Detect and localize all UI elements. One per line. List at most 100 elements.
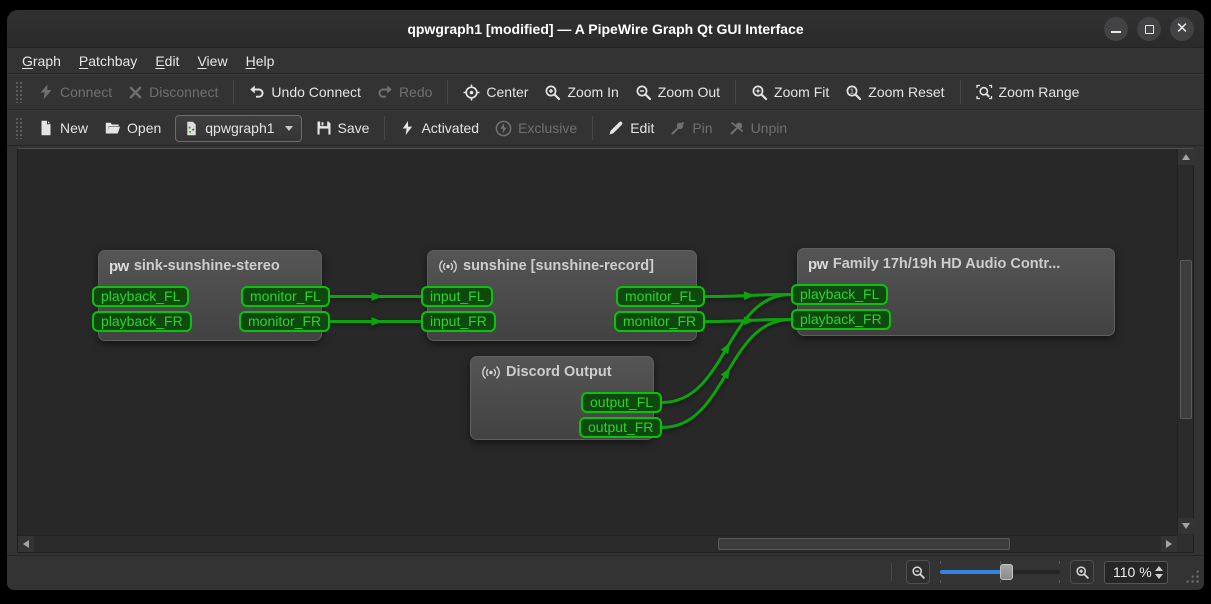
activated-button[interactable]: Activated (392, 115, 487, 141)
close-icon: ✕ (1176, 21, 1189, 36)
close-button[interactable]: ✕ (1170, 17, 1194, 41)
chevron-down-icon (285, 126, 293, 131)
patchbay-file-icon (184, 121, 199, 136)
port-playback_FL[interactable]: playback_FL (791, 284, 888, 305)
toolbar-drag-handle[interactable] (15, 117, 22, 139)
audio-broadcast-icon (481, 365, 501, 380)
menu-item-graph[interactable]: Graph (13, 50, 70, 72)
maximize-button[interactable] (1137, 17, 1161, 41)
connection-arrow (721, 367, 730, 379)
pin-label: Pin (692, 120, 712, 136)
edit-button[interactable]: Edit (600, 115, 662, 141)
scroll-right-button[interactable] (1161, 536, 1177, 552)
canvas[interactable]: pwsink-sunshine-stereoplayback_FLplaybac… (18, 149, 1177, 535)
disconnect-label: Disconnect (149, 84, 218, 100)
pin-button[interactable]: Pin (662, 115, 720, 141)
h-scroll-thumb[interactable] (718, 538, 1010, 550)
spin-down-button[interactable] (1155, 574, 1163, 579)
exclusive-button[interactable]: Exclusive (487, 115, 585, 142)
menubar: GraphPatchbayEditViewHelp (7, 48, 1204, 74)
zoom-in-button[interactable]: Zoom In (536, 79, 626, 106)
statusbar-zoom-in-button[interactable] (1070, 560, 1094, 584)
port-monitor_FL[interactable]: monitor_FL (616, 286, 705, 307)
titlebar[interactable]: qpwgraph1 [modified] — A PipeWire Graph … (7, 10, 1204, 48)
port-playback_FR[interactable]: playback_FR (92, 311, 192, 332)
pin-icon (670, 120, 686, 136)
scrollbar-corner (1177, 535, 1193, 552)
zoom-range-button[interactable]: Zoom Range (968, 79, 1088, 106)
scroll-down-button[interactable] (1178, 518, 1194, 534)
open-button[interactable]: Open (96, 115, 169, 141)
port-monitor_FR[interactable]: monitor_FR (614, 311, 705, 332)
connect-button[interactable]: Connect (30, 79, 120, 105)
zoom-in-label: Zoom In (567, 84, 618, 100)
pipewire-icon: pw (808, 257, 828, 272)
undo-connect-button[interactable]: Undo Connect (241, 79, 369, 105)
port-input_FR[interactable]: input_FR (421, 311, 496, 332)
edit-label: Edit (630, 120, 654, 136)
statusbar: 110 % (7, 555, 1204, 588)
center-button[interactable]: Center (455, 79, 536, 106)
zoom-slider[interactable] (940, 562, 1060, 582)
zoom-in-icon (544, 84, 561, 101)
redo-label: Redo (399, 84, 432, 100)
zoom-out-label: Zoom Out (658, 84, 720, 100)
menu-item-view[interactable]: View (188, 50, 236, 72)
spin-up-button[interactable] (1155, 566, 1163, 571)
port-input_FL[interactable]: input_FL (421, 286, 493, 307)
node-title: sink-sunshine-stereo (134, 258, 280, 274)
arrow-down-icon (1182, 523, 1190, 529)
zoom-in-icon (1075, 565, 1090, 580)
zoom-fit-button[interactable]: Zoom Fit (743, 79, 837, 106)
zoom-value: 110 % (1113, 564, 1155, 580)
statusbar-zoom-out-button[interactable] (906, 560, 930, 584)
save-button[interactable]: Save (308, 115, 378, 141)
scroll-left-button[interactable] (18, 536, 34, 552)
resize-grip[interactable] (1185, 569, 1199, 583)
toolbar-separator (233, 80, 234, 104)
minimize-button[interactable] (1104, 17, 1128, 41)
statusbar-separator (891, 563, 892, 581)
port-monitor_FL[interactable]: monitor_FL (241, 286, 330, 307)
graph-view-frame: pwsink-sunshine-stereoplayback_FLplaybac… (17, 148, 1194, 553)
menu-item-help[interactable]: Help (237, 50, 284, 72)
connections-layer (18, 149, 1177, 535)
port-monitor_FR[interactable]: monitor_FR (239, 311, 330, 332)
exclusive-icon (495, 120, 512, 137)
vertical-scrollbar[interactable] (1177, 149, 1193, 535)
connection-arrow (721, 342, 730, 354)
zoom-reset-button[interactable]: 1 Zoom Reset (837, 79, 952, 106)
toolbar-drag-handle[interactable] (15, 81, 22, 103)
patchbay-toolbar: New Open qpwgraph1 Save Activated Exclus… (7, 110, 1204, 146)
connect-icon (38, 84, 54, 100)
menu-item-edit[interactable]: Edit (146, 50, 188, 72)
port-output_FR[interactable]: output_FR (579, 417, 662, 438)
unpin-icon (729, 120, 745, 136)
main-toolbar: Connect Disconnect Undo Connect Redo Cen… (7, 74, 1204, 110)
v-scroll-thumb[interactable] (1180, 260, 1192, 419)
patchbay-selector[interactable]: qpwgraph1 (175, 115, 301, 142)
node-title: Family 17h/19h HD Audio Contr... (833, 256, 1060, 272)
zoom-out-icon (635, 84, 652, 101)
unpin-button[interactable]: Unpin (721, 115, 796, 141)
menu-item-patchbay[interactable]: Patchbay (70, 50, 146, 72)
save-icon (316, 120, 332, 136)
port-output_FL[interactable]: output_FL (581, 392, 662, 413)
svg-text:1: 1 (850, 86, 854, 95)
slider-tick (1059, 561, 1060, 564)
zoom-out-icon (911, 565, 926, 580)
edit-pencil-icon (608, 120, 624, 136)
disconnect-button[interactable]: Disconnect (120, 79, 226, 105)
port-playback_FL[interactable]: playback_FL (92, 286, 189, 307)
maximize-icon (1145, 25, 1154, 34)
undo-connect-label: Undo Connect (271, 84, 361, 100)
horizontal-scrollbar[interactable] (18, 535, 1177, 552)
new-button[interactable]: New (30, 115, 96, 141)
port-playback_FR[interactable]: playback_FR (791, 309, 891, 330)
redo-button[interactable]: Redo (369, 79, 440, 105)
zoom-slider-handle[interactable] (1000, 564, 1013, 580)
scroll-up-button[interactable] (1178, 149, 1194, 165)
redo-icon (377, 84, 393, 100)
zoom-out-button[interactable]: Zoom Out (627, 79, 728, 106)
zoom-spinbox[interactable]: 110 % (1104, 561, 1168, 584)
